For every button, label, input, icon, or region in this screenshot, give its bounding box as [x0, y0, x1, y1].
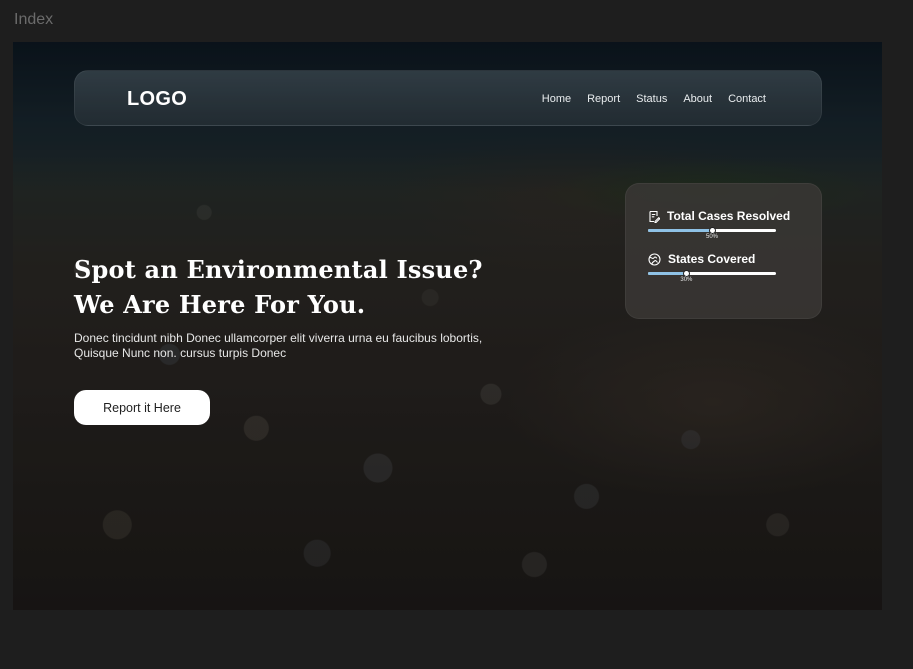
nav-link-home[interactable]: Home [542, 93, 571, 105]
nav-link-report[interactable]: Report [587, 93, 620, 105]
stat-title: States Covered [668, 252, 756, 266]
progress-fill [648, 272, 687, 275]
hero-headline: Spot an Environmental Issue? We Are Here… [74, 252, 483, 322]
hero-headline-line2: We Are Here For You. [74, 290, 366, 319]
note-edit-icon [648, 210, 660, 223]
progress-knob [708, 227, 716, 234]
frame-label: Index [14, 11, 54, 28]
hero-subtext-line1: Donec tincidunt nibh Donec ullamcorper e… [74, 331, 483, 345]
hero-overlay [13, 42, 882, 610]
hero-section: LOGO Home Report Status About Contact Sp… [13, 42, 882, 610]
progress-fill [648, 229, 712, 232]
hero-subtext: Donec tincidunt nibh Donec ullamcorper e… [74, 331, 514, 361]
hero-headline-line1: Spot an Environmental Issue? [74, 255, 483, 284]
progress-label: 30% [680, 277, 693, 283]
nav-link-contact[interactable]: Contact [728, 93, 766, 105]
progress-knob [682, 270, 690, 277]
globe-icon [648, 252, 661, 266]
progress-label: 50% [705, 234, 719, 240]
stat-states-covered: States Covered 30% [648, 252, 776, 283]
progress-track: 50% [648, 227, 776, 240]
stats-card: Total Cases Resolved 50% States Covered [625, 183, 822, 319]
hero-subtext-line2: Quisque Nunc non. cursus turpis Donec [74, 346, 287, 360]
navbar: LOGO Home Report Status About Contact [74, 70, 822, 126]
report-it-here-button[interactable]: Report it Here [74, 390, 210, 425]
nav-links: Home Report Status About Contact [542, 93, 766, 105]
stat-title: Total Cases Resolved [667, 209, 791, 223]
nav-link-status[interactable]: Status [636, 93, 667, 105]
stat-total-cases-resolved: Total Cases Resolved 50% [648, 209, 791, 240]
logo[interactable]: LOGO [127, 88, 187, 111]
nav-link-about[interactable]: About [683, 93, 712, 105]
progress-track: 30% [648, 270, 776, 283]
